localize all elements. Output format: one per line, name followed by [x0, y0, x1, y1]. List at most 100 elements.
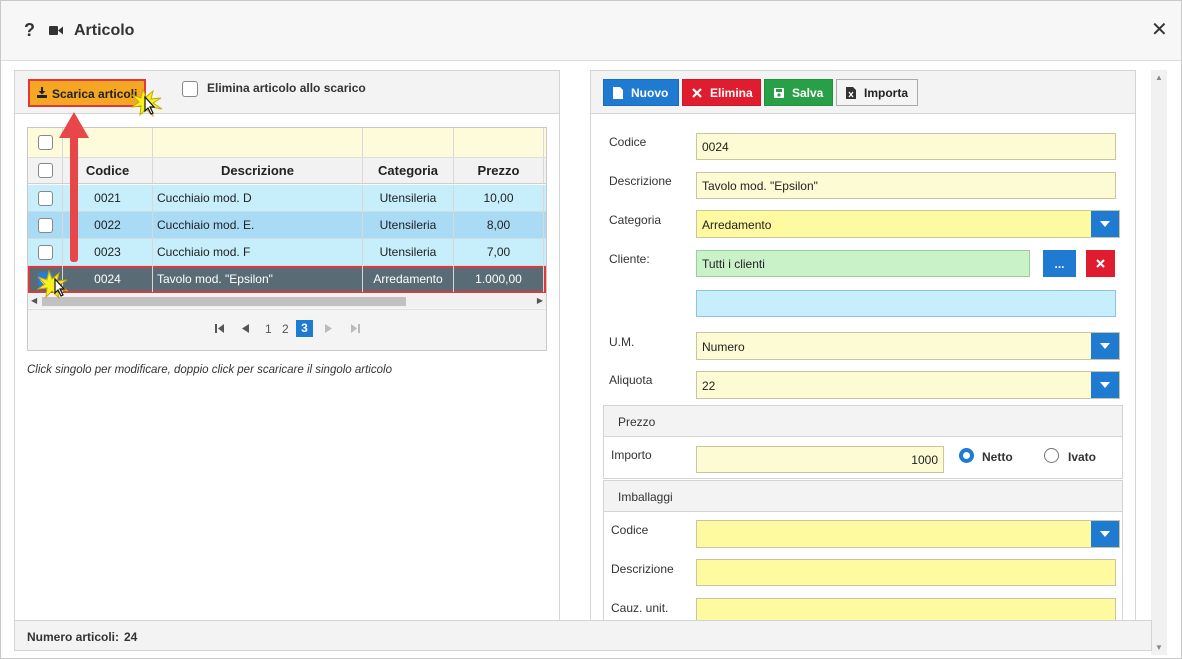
scroll-down-icon[interactable]: ▼ [1155, 643, 1163, 652]
imballaggi-codice-select[interactable] [696, 520, 1120, 548]
um-value: Numero [702, 340, 745, 354]
new-button[interactable]: Nuovo [603, 79, 679, 106]
grid-filter-row [28, 128, 546, 158]
cauz-unit-label: Cauz. unit. [611, 601, 669, 615]
page-1[interactable]: 1 [265, 322, 272, 336]
cliente-label: Cliente: [609, 252, 650, 266]
ivato-label: Ivato [1068, 450, 1097, 464]
ivato-radio[interactable] [1044, 448, 1059, 463]
cell-prezzo: 10,00 [454, 185, 544, 211]
chevron-down-icon[interactable] [1091, 372, 1119, 398]
imballaggi-descrizione-label: Descrizione [611, 562, 674, 576]
excel-file-icon [846, 86, 856, 99]
title-bar: ? Articolo ✕ [1, 1, 1181, 61]
cell-descrizione: Cucchiaio mod. D [153, 185, 363, 211]
new-file-icon [613, 86, 623, 99]
status-footer: Numero articoli: 24 [14, 620, 1152, 651]
imballaggi-title: Imballaggi [604, 481, 1122, 512]
column-header-categoria[interactable]: Categoria [363, 158, 454, 183]
horizontal-scrollbar[interactable]: ◀ ▶ [28, 294, 546, 308]
chevron-down-icon[interactable] [1091, 521, 1119, 547]
delete-button[interactable]: Elimina [682, 79, 761, 106]
netto-label: Netto [982, 450, 1013, 464]
categoria-select[interactable]: Arredamento [696, 210, 1120, 238]
table-row[interactable]: 0023 Cucchiaio mod. F Utensileria 7,00 [28, 239, 546, 266]
filter-prezzo[interactable] [454, 128, 544, 157]
filter-categoria[interactable] [363, 128, 454, 157]
categoria-label: Categoria [609, 213, 662, 227]
cell-descrizione: Cucchiaio mod. F [153, 239, 363, 265]
cell-categoria: Utensileria [363, 185, 454, 211]
imballaggi-fieldset: Imballaggi Codice Descrizione Cauz. unit… [603, 480, 1123, 624]
netto-radio[interactable] [959, 448, 974, 463]
close-icon[interactable]: ✕ [1151, 17, 1168, 42]
page-2[interactable]: 2 [282, 322, 289, 336]
filter-descrizione[interactable] [153, 128, 363, 157]
cliente-clear-button[interactable] [1086, 250, 1115, 277]
vertical-scrollbar[interactable]: ▲ ▼ [1151, 70, 1167, 655]
delete-on-download-checkbox[interactable] [182, 81, 198, 97]
cell-codice: 0024 [63, 266, 153, 292]
new-button-label: Nuovo [631, 85, 669, 100]
dialog-window: ? Articolo ✕ Scarica articoli Elimina ar… [0, 0, 1182, 659]
column-header-descrizione[interactable]: Descrizione [153, 158, 363, 183]
delete-button-label: Elimina [710, 85, 753, 100]
download-icon [37, 87, 47, 98]
select-all-checkbox[interactable] [37, 163, 53, 178]
last-page-icon[interactable] [351, 324, 360, 333]
codice-label: Codice [609, 135, 647, 149]
scrollbar-thumb[interactable] [42, 297, 406, 306]
chevron-down-icon[interactable] [1091, 211, 1119, 237]
import-button[interactable]: Importa [836, 79, 918, 106]
column-header-prezzo[interactable]: Prezzo [454, 158, 544, 183]
imballaggi-codice-label: Codice [611, 523, 649, 537]
grid-header: Codice Descrizione Categoria Prezzo [28, 158, 546, 184]
article-count-value: 24 [124, 630, 138, 644]
scroll-right-icon[interactable]: ▶ [537, 296, 543, 305]
chevron-down-icon[interactable] [1091, 333, 1119, 359]
cell-prezzo: 8,00 [454, 212, 544, 238]
window-title: Articolo [74, 22, 135, 39]
download-articles-label: Scarica articoli [52, 87, 138, 101]
articles-list-panel: Scarica articoli Elimina articolo allo s… [14, 70, 560, 625]
save-disk-icon [774, 87, 784, 98]
cell-categoria: Arredamento [363, 266, 454, 292]
save-button-label: Salva [792, 85, 824, 100]
aliquota-select[interactable]: 22 [696, 371, 1120, 399]
cliente-field[interactable]: Tutti i clienti [696, 250, 1030, 277]
detail-toolbar: Nuovo Elimina Salva Importa [591, 71, 1135, 114]
prev-page-icon[interactable] [242, 324, 249, 333]
table-row-selected[interactable]: 0024 Tavolo mod. "Epsilon" Arredamento 1… [28, 266, 546, 293]
um-select[interactable]: Numero [696, 332, 1120, 360]
row-checkbox[interactable] [37, 217, 53, 233]
cliente-notes-textarea[interactable] [696, 290, 1116, 317]
categoria-value: Arredamento [702, 218, 772, 232]
prezzo-fieldset: Prezzo Importo 1000 Netto Ivato [603, 405, 1123, 479]
article-detail-panel: Nuovo Elimina Salva Importa Codice 0024 [590, 70, 1136, 625]
page-current[interactable]: 3 [296, 320, 313, 337]
delete-x-icon [692, 87, 702, 98]
next-page-icon[interactable] [325, 324, 332, 333]
first-page-icon[interactable] [215, 324, 224, 333]
row-checkbox[interactable] [37, 244, 53, 260]
download-articles-button[interactable]: Scarica articoli [28, 79, 146, 107]
descrizione-field[interactable]: Tavolo mod. "Epsilon" [696, 172, 1116, 199]
um-label: U.M. [609, 335, 635, 349]
cell-descrizione: Cucchiaio mod. E. [153, 212, 363, 238]
pager: 1 2 3 [28, 309, 546, 350]
filter-checkbox[interactable] [37, 135, 53, 150]
imballaggi-descrizione-field[interactable] [696, 559, 1116, 586]
codice-field[interactable]: 0024 [696, 133, 1116, 160]
importo-field[interactable]: 1000 [696, 446, 944, 473]
row-checkbox[interactable] [37, 190, 53, 206]
help-icon[interactable]: ? [24, 20, 35, 41]
delete-on-download-label: Elimina articolo allo scarico [207, 81, 366, 95]
scroll-up-icon[interactable]: ▲ [1155, 73, 1163, 82]
click-burst-icon [131, 87, 163, 117]
aliquota-value: 22 [702, 379, 716, 393]
article-form: Codice 0024 Descrizione Tavolo mod. "Eps… [591, 114, 1135, 624]
cliente-browse-button[interactable]: ... [1043, 250, 1076, 277]
table-row[interactable]: 0021 Cucchiaio mod. D Utensileria 10,00 [28, 185, 546, 212]
table-row[interactable]: 0022 Cucchiaio mod. E. Utensileria 8,00 [28, 212, 546, 239]
save-button[interactable]: Salva [764, 79, 833, 106]
